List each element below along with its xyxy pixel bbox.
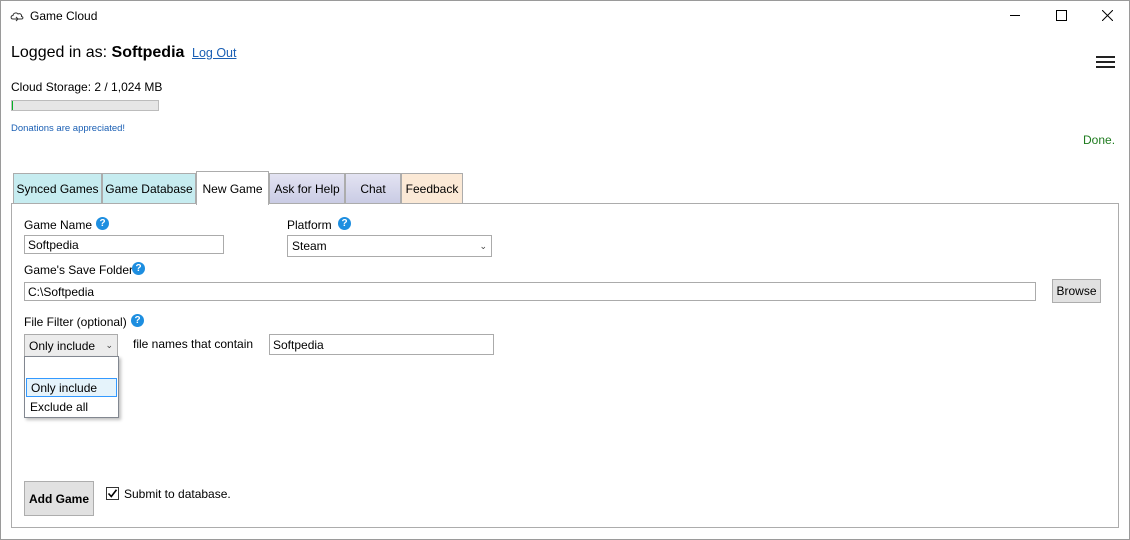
tab-chat[interactable]: Chat	[345, 173, 401, 204]
storage-progress-bar	[11, 100, 159, 111]
tab-synced-games[interactable]: Synced Games	[13, 173, 102, 204]
close-icon	[1101, 10, 1113, 21]
filter-mode-value: Only include	[29, 338, 96, 353]
donations-link[interactable]: Donations are appreciated!	[11, 123, 125, 134]
cloud-sync-icon	[9, 8, 25, 24]
filter-mode-select[interactable]: Only include ⌄	[24, 334, 118, 357]
tab-label: Synced Games	[16, 182, 99, 196]
game-name-label: Game Name	[24, 218, 93, 232]
title-bar: Game Cloud	[0, 0, 1130, 31]
platform-select[interactable]: Steam ⌄	[287, 235, 492, 257]
maximize-icon	[1055, 10, 1067, 21]
tab-game-database[interactable]: Game Database	[102, 173, 196, 204]
file-names-input[interactable]: Softpedia	[269, 334, 494, 355]
file-filter-label: File Filter (optional)	[24, 315, 127, 329]
save-folder-input[interactable]: C:\Softpedia	[24, 282, 1036, 301]
logout-link[interactable]: Log Out	[192, 46, 236, 60]
help-icon[interactable]: ?	[131, 314, 144, 327]
tab-ask-for-help[interactable]: Ask for Help	[269, 173, 345, 204]
tab-feedback[interactable]: Feedback	[401, 173, 463, 204]
tab-label: Game Database	[105, 182, 193, 196]
cloud-storage-label: Cloud Storage: 2 / 1,024 MB	[11, 80, 163, 94]
username: Softpedia	[111, 44, 185, 61]
tab-label: New Game	[202, 181, 263, 196]
minimize-button[interactable]	[992, 0, 1038, 31]
close-button[interactable]	[1084, 0, 1130, 31]
maximize-button[interactable]	[1038, 0, 1084, 31]
help-icon[interactable]: ?	[338, 217, 351, 230]
add-game-button[interactable]: Add Game	[24, 481, 94, 516]
chevron-down-icon: ⌄	[105, 340, 113, 350]
help-icon[interactable]: ?	[132, 262, 145, 275]
logged-in-prefix: Logged in as:	[11, 44, 108, 61]
logged-in-heading: Logged in as: Softpedia	[11, 44, 184, 62]
game-name-input[interactable]: Softpedia	[24, 235, 224, 254]
dropdown-option-only-include[interactable]: Only include	[26, 378, 117, 397]
platform-select-value: Steam	[292, 239, 327, 253]
tab-label: Chat	[360, 182, 386, 196]
platform-label: Platform	[287, 218, 332, 232]
save-folder-label: Game's Save Folder	[24, 263, 134, 277]
status-text: Done.	[1083, 133, 1116, 147]
minimize-icon	[1009, 15, 1020, 16]
tab-label: Feedback	[405, 182, 459, 196]
dropdown-option-exclude-all[interactable]: Exclude all	[26, 398, 117, 417]
filter-mode-dropdown: Only include Exclude all	[24, 356, 119, 418]
window-title: Game Cloud	[30, 9, 98, 23]
hamburger-menu-icon[interactable]	[1096, 56, 1115, 70]
check-icon	[107, 489, 118, 498]
help-icon[interactable]: ?	[96, 217, 109, 230]
browse-button[interactable]: Browse	[1052, 279, 1101, 303]
submit-to-database-label: Submit to database.	[124, 487, 231, 501]
submit-to-database-checkbox[interactable]	[106, 487, 119, 500]
tab-label: Ask for Help	[274, 182, 340, 196]
tab-new-game[interactable]: New Game	[196, 171, 269, 205]
file-names-contain-label: file names that contain	[133, 337, 254, 351]
chevron-down-icon: ⌄	[479, 240, 487, 251]
